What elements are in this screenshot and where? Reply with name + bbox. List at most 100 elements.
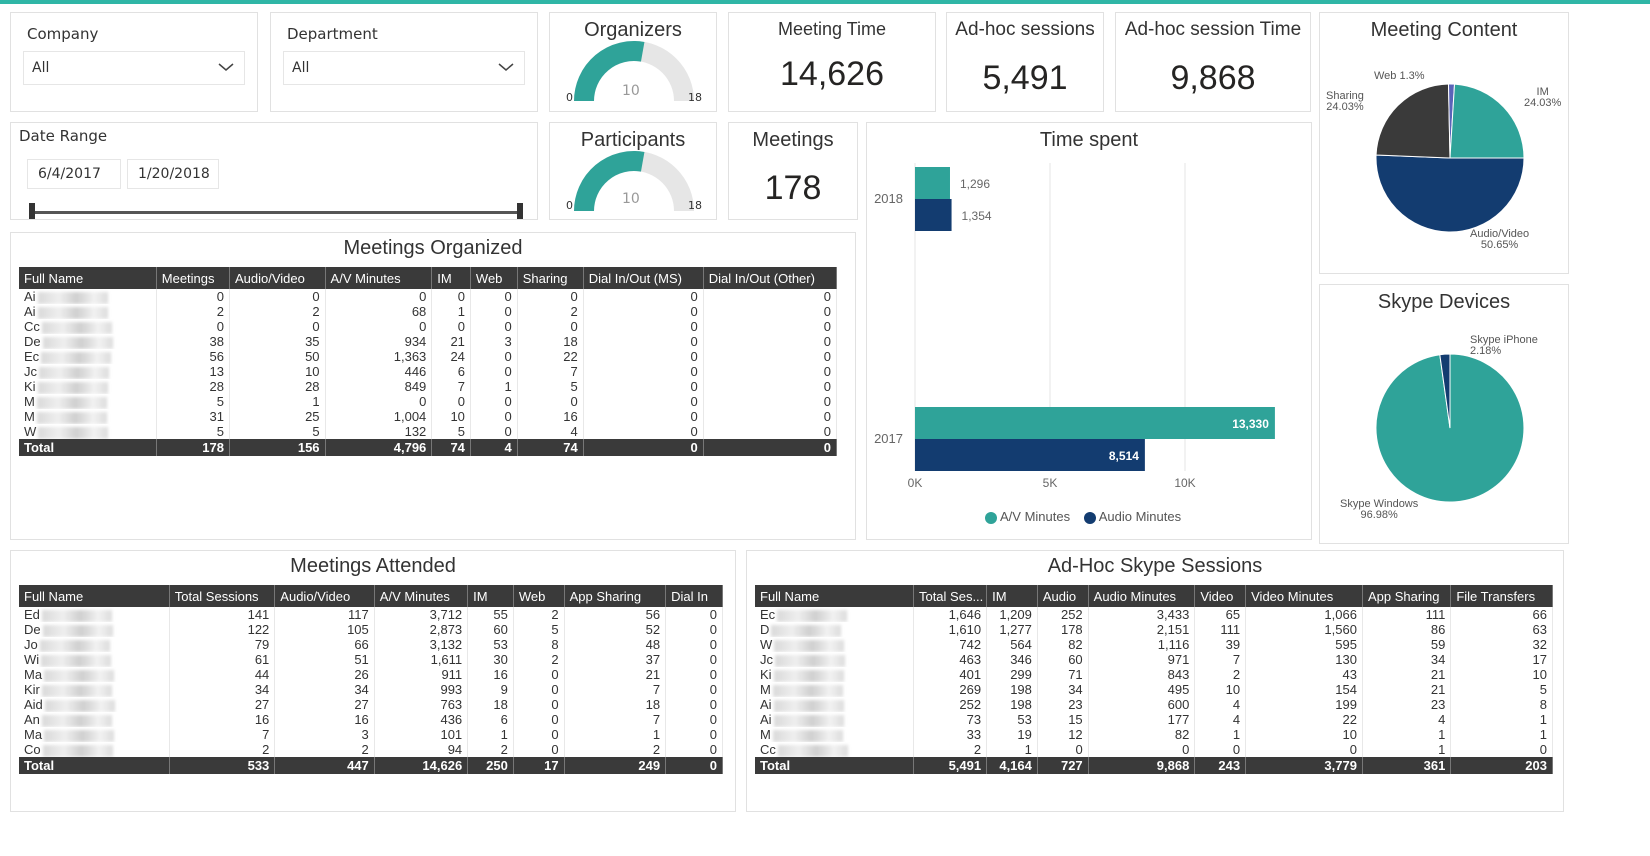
column-header[interactable]: Audio/Video [274,585,375,607]
value-cell: 0 [583,319,704,334]
column-header[interactable]: Audio Minutes [1088,585,1196,607]
value-cell: 0 [1088,742,1196,757]
table-row[interactable]: Ai 0 0 0 0 0 0 0 0 [19,289,838,304]
column-header[interactable]: Total Ses... [913,585,988,607]
table-row[interactable]: Ai 2 2 68 1 0 2 0 0 [19,304,838,319]
bar-audio-minutes-2018[interactable] [915,199,952,231]
name-cell: M [19,409,157,424]
department-dropdown[interactable]: All [283,51,525,85]
table-row[interactable]: M 269 198 34 495 10 154 21 5 [755,682,1553,697]
column-header[interactable]: Sharing [517,267,584,289]
column-header[interactable]: Web [513,585,565,607]
table-row[interactable]: M 31 25 1,004 10 0 16 0 0 [19,409,838,424]
table-row[interactable]: M 33 19 12 82 1 10 1 1 [755,727,1553,742]
meeting-time-title: Meeting Time [777,19,887,39]
table-row[interactable]: Ki 28 28 849 7 1 5 0 0 [19,379,838,394]
value-cell: 8 [1450,697,1553,712]
value-cell: 0 [583,364,704,379]
value-cell: 346 [986,652,1038,667]
column-header[interactable]: File Transfers [1450,585,1553,607]
date-end-input[interactable]: 1/20/2018 [127,159,219,189]
column-header[interactable]: App Sharing [1362,585,1452,607]
bar-a-v-minutes-2017[interactable] [915,407,1275,439]
value-cell: 0 [156,289,230,304]
column-header[interactable]: IM [467,585,514,607]
column-header[interactable]: Meetings [156,267,230,289]
value-cell: 0 [513,712,565,727]
column-header[interactable]: IM [986,585,1038,607]
organizers-max: 18 [688,91,702,104]
value-cell: 5 [156,424,230,439]
table-row[interactable]: Co 2 2 94 2 0 2 0 [19,742,723,757]
table-row[interactable]: De 122 105 2,873 60 5 52 0 [19,622,723,637]
table-row[interactable]: Ai 252 198 23 600 4 199 23 8 [755,697,1553,712]
pie-slice-sharing[interactable] [1375,83,1451,159]
redacted-name-blur [42,624,113,637]
table-row[interactable]: Cc 2 1 0 0 0 0 1 0 [755,742,1553,757]
column-header[interactable]: IM [431,267,471,289]
column-header[interactable]: Full Name [755,585,914,607]
column-header[interactable]: Dial In/Out (Other) [703,267,838,289]
table-row[interactable]: Ma 7 3 101 1 0 1 0 [19,727,723,742]
table-row[interactable]: Ec 56 50 1,363 24 0 22 0 0 [19,349,838,364]
value-cell: 299 [986,667,1038,682]
company-dropdown[interactable]: All [23,51,245,85]
table-row[interactable]: Ki 401 299 71 843 2 43 21 10 [755,667,1553,682]
value-cell: 0 [470,394,518,409]
column-header[interactable]: Full Name [19,267,157,289]
value-cell: 0 [513,727,565,742]
table-row[interactable]: Jc 13 10 446 6 0 7 0 0 [19,364,838,379]
date-slider-track[interactable] [31,211,519,214]
column-header[interactable]: Video Minutes [1245,585,1363,607]
table-row[interactable]: M51000000 [19,394,838,409]
value-cell: 0 [156,319,230,334]
date-slider-end-handle[interactable] [517,203,523,219]
table-row[interactable]: Kir 34 34 993 9 0 7 0 [19,682,723,697]
table-row[interactable]: Jo 79 66 3,132 53 8 48 0 [19,637,723,652]
column-header[interactable]: Dial In/Out (MS) [583,267,704,289]
column-header[interactable]: Video [1194,585,1247,607]
column-header[interactable]: Full Name [19,585,170,607]
value-cell: 66 [1450,607,1553,622]
table-row[interactable]: De 38 35 934 21 3 18 0 0 [19,334,838,349]
value-cell: 0 [470,289,518,304]
column-header[interactable]: A/V Minutes [374,585,469,607]
table-row[interactable]: D 1,610 1,277 178 2,151 111 1,560 86 63 [755,622,1553,637]
value-cell: 19 [986,727,1038,742]
date-slider-start-handle[interactable] [29,203,35,219]
table-row[interactable]: Cc 0 0 0 0 0 0 0 0 [19,319,838,334]
value-cell: 130 [1245,652,1363,667]
value-cell: 401 [913,667,988,682]
column-header[interactable]: App Sharing [564,585,667,607]
table-row[interactable]: Jc 463 346 60 971 7 130 34 17 [755,652,1553,667]
redacted-name-blur [41,714,112,727]
table-row[interactable]: Ec 1,646 1,209 252 3,433 65 1,066 111 66 [755,607,1553,622]
value-cell: 0 [517,394,584,409]
table-row[interactable]: An 16 16 436 6 0 7 0 [19,712,723,727]
pie-slice-im[interactable] [1449,83,1525,159]
table-row[interactable]: Ma 44 26 911 16 0 21 0 [19,667,723,682]
table-row[interactable]: Wi 61 51 1,611 30 2 37 0 [19,652,723,667]
value-cell: 27 [274,697,375,712]
redacted-name-blur [37,291,108,304]
table-row[interactable]: W 742 564 82 1,116 39 595 59 32 [755,637,1553,652]
column-header[interactable]: Audio/Video [229,267,326,289]
column-header[interactable]: Total Sessions [169,585,276,607]
column-header[interactable]: Audio [1037,585,1089,607]
value-cell: 2 [229,304,326,319]
value-cell: 2 [169,742,276,757]
table-row[interactable]: Ai 73 53 15 177 4 22 4 1 [755,712,1553,727]
pie-slice-audio-video[interactable] [1375,154,1525,233]
value-cell: 0 [665,667,723,682]
column-header[interactable]: Web [470,267,518,289]
table-row[interactable]: W 5 5 132 5 0 4 0 0 [19,424,838,439]
adhoc-sessions-card: Ad-hoc sessions 5,491 [946,12,1104,112]
date-start-input[interactable]: 6/4/2017 [27,159,121,189]
column-header[interactable]: A/V Minutes [325,267,433,289]
bar-a-v-minutes-2018[interactable] [915,167,950,199]
table-row[interactable]: Aid 27 27 763 18 0 18 0 [19,697,723,712]
value-cell: 141 [169,607,276,622]
table-row[interactable]: Ed 141 117 3,712 55 2 56 0 [19,607,723,622]
value-cell: 0 [583,289,704,304]
column-header[interactable]: Dial In [665,585,723,607]
